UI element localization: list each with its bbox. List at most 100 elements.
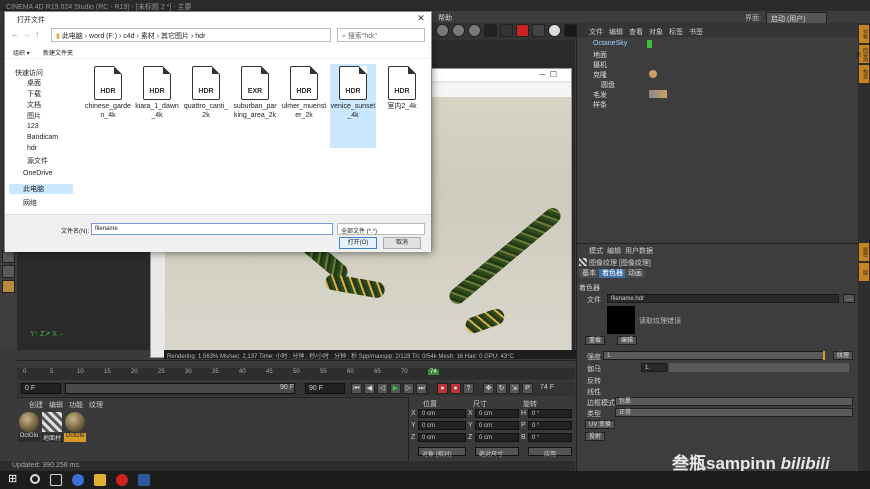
forward-icon[interactable]: →	[23, 30, 31, 39]
object-row[interactable]: 地面	[593, 50, 607, 60]
breadcrumb-item[interactable]: 素材	[141, 33, 155, 40]
browse-button[interactable]: …	[843, 294, 855, 303]
material-tag-icon[interactable]	[649, 70, 657, 78]
sphere-icon[interactable]	[468, 24, 481, 37]
up-icon[interactable]: ↑	[35, 30, 39, 39]
start-frame-field[interactable]: 0 F	[21, 383, 61, 394]
nav-downloads[interactable]: 下载	[27, 89, 41, 99]
record-key-icon[interactable]: ●	[437, 383, 448, 394]
side-tab[interactable]: 层	[859, 263, 869, 281]
uv-transform-button[interactable]: UV 变换	[585, 420, 616, 429]
file-item[interactable]: HDR ulmer_muenster_2k	[281, 64, 327, 148]
file-type-dropdown[interactable]: 全部文件 (*.*)	[337, 223, 425, 235]
file-item-selected[interactable]: HDR venice_sunset_4k	[330, 64, 376, 148]
border-mode-dropdown[interactable]: 包裹	[615, 397, 853, 406]
material-ball-icon[interactable]	[65, 412, 85, 432]
gamma-field[interactable]: 1.	[641, 363, 667, 372]
menu-view[interactable]: 查看	[629, 27, 643, 37]
breadcrumb-item[interactable]: word (F:)	[89, 33, 117, 40]
side-tab[interactable]: 对象	[859, 25, 869, 43]
file-item[interactable]: EXR suburban_parking_area_2k	[232, 64, 278, 148]
sphere-icon[interactable]	[452, 24, 465, 37]
back-icon[interactable]: ←	[11, 30, 19, 39]
nav-onedrive[interactable]: OneDrive	[23, 170, 53, 177]
nav-desktop[interactable]: 桌面	[27, 78, 41, 88]
breadcrumb-item[interactable]: 此电脑	[62, 33, 83, 40]
frame-range-slider[interactable]	[65, 383, 295, 394]
nav-folder[interactable]: 123	[27, 123, 39, 130]
material-label[interactable]: OctGlo	[18, 433, 40, 442]
size-z-field[interactable]: 0 cm	[475, 433, 519, 442]
object-row[interactable]: OctaneSky	[593, 40, 627, 47]
file-item[interactable]: HDR 室内2_4k	[379, 64, 425, 148]
organize-button[interactable]: 组织 ▾	[13, 48, 30, 57]
prev-key-icon[interactable]: ◀	[364, 383, 375, 394]
menu-help[interactable]: 帮助	[438, 13, 452, 23]
material-ball-icon[interactable]	[19, 412, 39, 432]
octane-icon[interactable]	[500, 24, 513, 37]
object-row[interactable]: 克隆	[593, 70, 607, 80]
material-tag-icon[interactable]	[649, 90, 667, 98]
new-folder-button[interactable]: 新建文件夹	[43, 48, 73, 57]
apply-button[interactable]: 应用	[528, 447, 572, 458]
next-frame-icon[interactable]: ▷	[403, 383, 414, 394]
rot-h-field[interactable]: 0 °	[528, 409, 572, 418]
tab-shader[interactable]: 着色器	[599, 269, 626, 278]
prev-frame-icon[interactable]: ◁	[377, 383, 388, 394]
rot-b-field[interactable]: 0 °	[528, 433, 572, 442]
cinema4d-icon[interactable]	[138, 474, 150, 486]
file-item[interactable]: HDR chinese_garden_4k	[85, 64, 131, 148]
menu-edit[interactable]: 编辑	[609, 27, 623, 37]
file-item[interactable]: HDR quattro_canti_2k	[183, 64, 229, 148]
play-icon[interactable]: ▶	[390, 383, 401, 394]
param-key-icon[interactable]: P	[522, 383, 533, 394]
windows-start-icon[interactable]: ⊞	[8, 474, 20, 486]
material-label[interactable]: OctGlo	[64, 433, 86, 442]
goto-start-icon[interactable]: ⏮	[351, 383, 362, 394]
end-frame-field[interactable]: 90 F	[305, 383, 345, 394]
side-tab[interactable]: 属性	[859, 243, 869, 261]
menu-tags[interactable]: 标签	[669, 27, 683, 37]
tool-icon[interactable]	[2, 280, 15, 293]
file-path-field[interactable]: filename.hdr	[607, 294, 839, 303]
nav-folder[interactable]: hdr	[27, 145, 37, 152]
breadcrumb-item[interactable]: 其它图片	[161, 33, 189, 40]
side-tab[interactable]: 内容浏览	[855, 45, 869, 63]
object-row[interactable]: 毛发	[593, 90, 607, 100]
menu-file[interactable]: 文件	[589, 27, 603, 37]
nav-pictures[interactable]: 图片	[27, 111, 41, 121]
coord-mode-dropdown[interactable]: 对象 (相对)	[418, 447, 466, 458]
search-input[interactable]: ⌕ 搜索"hdr"	[337, 28, 425, 42]
menu-bookmarks[interactable]: 书签	[689, 27, 703, 37]
browser-icon[interactable]	[72, 474, 84, 486]
maximize-icon[interactable]: ☐	[550, 70, 557, 79]
minimize-icon[interactable]: ─	[539, 70, 545, 79]
tab-animation[interactable]: 动画	[625, 269, 645, 278]
size-mode-dropdown[interactable]: 绝对尺寸	[475, 447, 519, 458]
move-key-icon[interactable]: ✥	[483, 383, 494, 394]
timeline-ruler[interactable]: 0 5 10 15 20 25 30 35 40 45 50 55 60 65 …	[17, 368, 575, 380]
render-region-icon[interactable]	[532, 24, 545, 37]
filename-input[interactable]: filename	[91, 223, 333, 235]
sphere-icon[interactable]	[436, 24, 449, 37]
folder-icon[interactable]	[94, 474, 106, 486]
tool-icon[interactable]	[2, 265, 15, 278]
breadcrumb-item[interactable]: c4d	[123, 33, 134, 40]
recorder-icon[interactable]	[116, 474, 128, 486]
current-frame-field[interactable]: 74 F	[537, 383, 569, 394]
key-icon[interactable]: ?	[463, 383, 474, 394]
object-row[interactable]: 圆盘	[601, 80, 615, 90]
size-x-field[interactable]: 0 cm	[475, 409, 519, 418]
rot-p-field[interactable]: 0 °	[528, 421, 572, 430]
rotate-key-icon[interactable]: ↻	[496, 383, 507, 394]
pos-y-field[interactable]: 0 cm	[418, 421, 466, 430]
auto-key-icon[interactable]: ●	[450, 383, 461, 394]
tab-texture[interactable]: 纹理	[89, 400, 103, 410]
material-ball-icon[interactable]	[42, 412, 62, 432]
goto-end-icon[interactable]: ⏭	[416, 383, 427, 394]
nav-network[interactable]: 网络	[23, 198, 37, 208]
object-row[interactable]: 样条	[593, 100, 607, 110]
reload-button[interactable]: 重载	[585, 336, 606, 345]
type-dropdown[interactable]: 正常	[615, 408, 853, 417]
open-button[interactable]: 打开(O)	[339, 237, 377, 249]
